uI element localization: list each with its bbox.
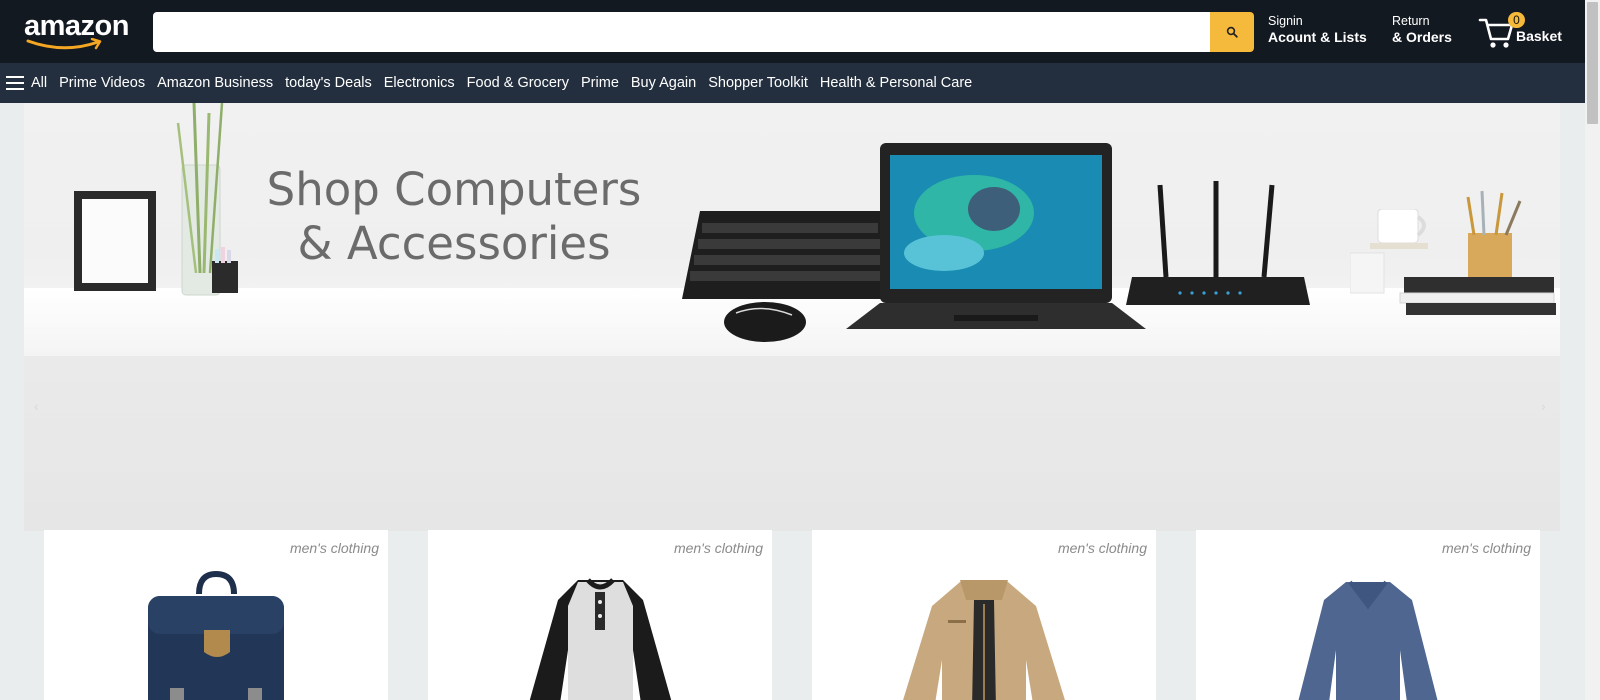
basket-label: Basket: [1516, 28, 1562, 44]
product-category: men's clothing: [673, 540, 763, 556]
banner-title-line1: Shop Computers: [266, 163, 642, 216]
laptop-image: [846, 143, 1146, 329]
top-header: amazon Signin Acount & Lists Return & Or…: [0, 0, 1585, 63]
mouse-image: [724, 302, 806, 342]
hero-carousel: Shop Computers & Accessories: [24, 103, 1560, 531]
product-card[interactable]: men's clothing: [428, 530, 772, 700]
amazon-logo[interactable]: amazon: [22, 8, 134, 52]
account-lists-link[interactable]: Signin Acount & Lists: [1268, 14, 1367, 46]
nav-item-electronics[interactable]: Electronics: [378, 75, 461, 91]
product-image-cotton-jacket[interactable]: [812, 570, 1156, 700]
logo-smile-icon: [26, 38, 102, 50]
basket-count-badge: 0: [1508, 12, 1525, 28]
hamburger-menu-icon: [6, 76, 24, 90]
scrollbar-thumb[interactable]: [1587, 2, 1598, 124]
nav-item-todays-deals[interactable]: today's Deals: [279, 75, 378, 91]
banner-title-line2: & Accessories: [297, 217, 611, 270]
basket-button[interactable]: 0 Basket: [1478, 12, 1573, 54]
carousel-next-arrow-icon[interactable]: ›: [1541, 398, 1546, 414]
product-image-henley-shirt[interactable]: [428, 570, 772, 700]
carousel-prev-arrow-icon[interactable]: ‹: [34, 398, 39, 414]
nav-item-health-personal-care[interactable]: Health & Personal Care: [814, 75, 978, 91]
product-image-slim-tshirt[interactable]: [1196, 570, 1540, 700]
all-menu-label: All: [31, 75, 48, 91]
all-menu-button[interactable]: All: [6, 75, 47, 91]
hero-banner[interactable]: Shop Computers & Accessories: [24, 103, 1560, 356]
product-category: men's clothing: [289, 540, 379, 556]
product-card[interactable]: men's clothing: [44, 530, 388, 700]
orders-label: & Orders: [1392, 29, 1452, 45]
product-card[interactable]: men's clothing: [812, 530, 1156, 700]
search-bar: [153, 12, 1254, 52]
banner-title: Shop Computers & Accessories: [224, 163, 684, 271]
nav-item-prime-videos[interactable]: Prime Videos: [53, 75, 151, 91]
nav-item-buy-again[interactable]: Buy Again: [625, 75, 702, 91]
nav-item-food-grocery[interactable]: Food & Grocery: [461, 75, 575, 91]
product-category: men's clothing: [1057, 540, 1147, 556]
nav-item-amazon-business[interactable]: Amazon Business: [151, 75, 279, 91]
notebooks-pencils-image: [1399, 190, 1556, 315]
search-input[interactable]: [153, 12, 1210, 52]
signin-label: Signin: [1268, 14, 1303, 28]
product-card[interactable]: men's clothing: [1196, 530, 1540, 700]
returns-orders-link[interactable]: Return & Orders: [1392, 14, 1452, 46]
picture-frame-image: [74, 191, 156, 291]
router-image: [1126, 181, 1310, 305]
page-scrollbar[interactable]: [1585, 0, 1600, 700]
search-button[interactable]: [1210, 12, 1254, 52]
search-icon: [1226, 26, 1238, 38]
product-category: men's clothing: [1441, 540, 1531, 556]
nav-item-shopper-toolkit[interactable]: Shopper Toolkit: [702, 75, 814, 91]
account-lists-label: Acount & Lists: [1268, 29, 1367, 45]
hero-background: [24, 356, 1560, 531]
product-image-backpack[interactable]: [44, 570, 388, 700]
nav-item-prime[interactable]: Prime: [575, 75, 625, 91]
nav-bar: All Prime Videos Amazon Business today's…: [0, 63, 1585, 103]
return-label: Return: [1392, 14, 1430, 28]
